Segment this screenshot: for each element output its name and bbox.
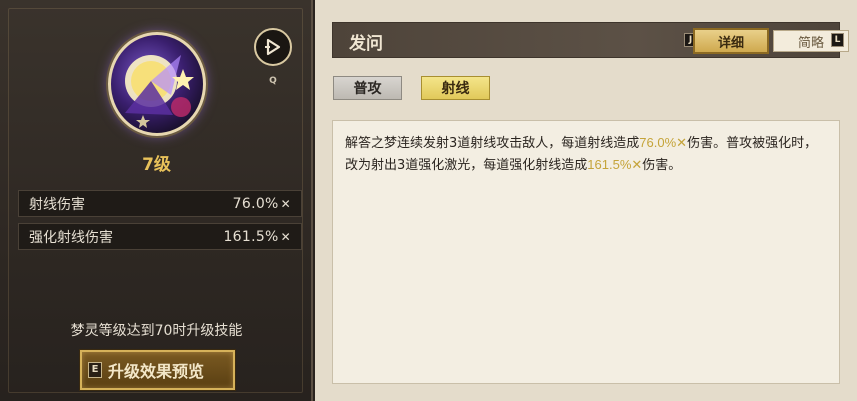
stat-row-enhanced-ray-damage: 强化射线伤害 161.5% ✕ xyxy=(18,223,302,250)
title-bar: 发问 J 详细 简略 L xyxy=(332,22,849,58)
upgrade-hint: 梦灵等级达到70时升级技能 xyxy=(70,323,243,339)
stat-value: 161.5% xyxy=(223,228,279,245)
upgrade-button-label: 升级效果预览 xyxy=(108,362,205,381)
description-text: 解答之梦连续发射3道射线攻击敌人，每道射线造成 xyxy=(345,136,640,151)
skill-title: 发问 xyxy=(349,34,383,54)
skill-detail-panel: 发问 J 详细 简略 L 普攻 射线 解答之梦连续发射3道射线攻击敌人，每道射线… xyxy=(315,0,857,401)
play-hotkey-label: Q xyxy=(269,76,277,86)
upgrade-preview-button[interactable]: E 升级效果预览 xyxy=(80,350,235,390)
brief-hotkey-label: L xyxy=(831,33,844,47)
skill-info-panel: Q 7级 射线伤害 76.0% ✕ 强化射线伤害 161.5% ✕ 梦灵等级达到… xyxy=(0,0,313,401)
upgrade-hotkey-label: E xyxy=(88,362,102,378)
stat-label: 强化射线伤害 xyxy=(29,229,113,246)
description-value: 76.0% xyxy=(639,135,677,150)
description-value: 161.5% xyxy=(587,157,632,172)
tab-normal-attack[interactable]: 普攻 xyxy=(333,76,402,100)
skill-level: 7级 xyxy=(142,155,171,175)
multiplier-icon: ✕ xyxy=(631,158,643,173)
play-icon xyxy=(265,38,281,56)
stat-value: 76.0% xyxy=(232,195,279,212)
skill-emblem-icon xyxy=(108,32,206,136)
tab-detail[interactable]: 详细 xyxy=(693,28,769,54)
multiplier-icon: ✕ xyxy=(280,229,291,244)
multiplier-icon: ✕ xyxy=(280,196,291,211)
stat-label: 射线伤害 xyxy=(29,196,85,213)
multiplier-icon: ✕ xyxy=(676,136,688,151)
stat-row-ray-damage: 射线伤害 76.0% ✕ xyxy=(18,190,302,217)
play-preview-button[interactable] xyxy=(254,28,292,66)
skill-description: 解答之梦连续发射3道射线攻击敌人，每道射线造成76.0%✕伤害。普攻被强化时，改… xyxy=(332,120,840,384)
tab-ray[interactable]: 射线 xyxy=(421,76,490,100)
description-text: 伤害。 xyxy=(642,158,682,173)
